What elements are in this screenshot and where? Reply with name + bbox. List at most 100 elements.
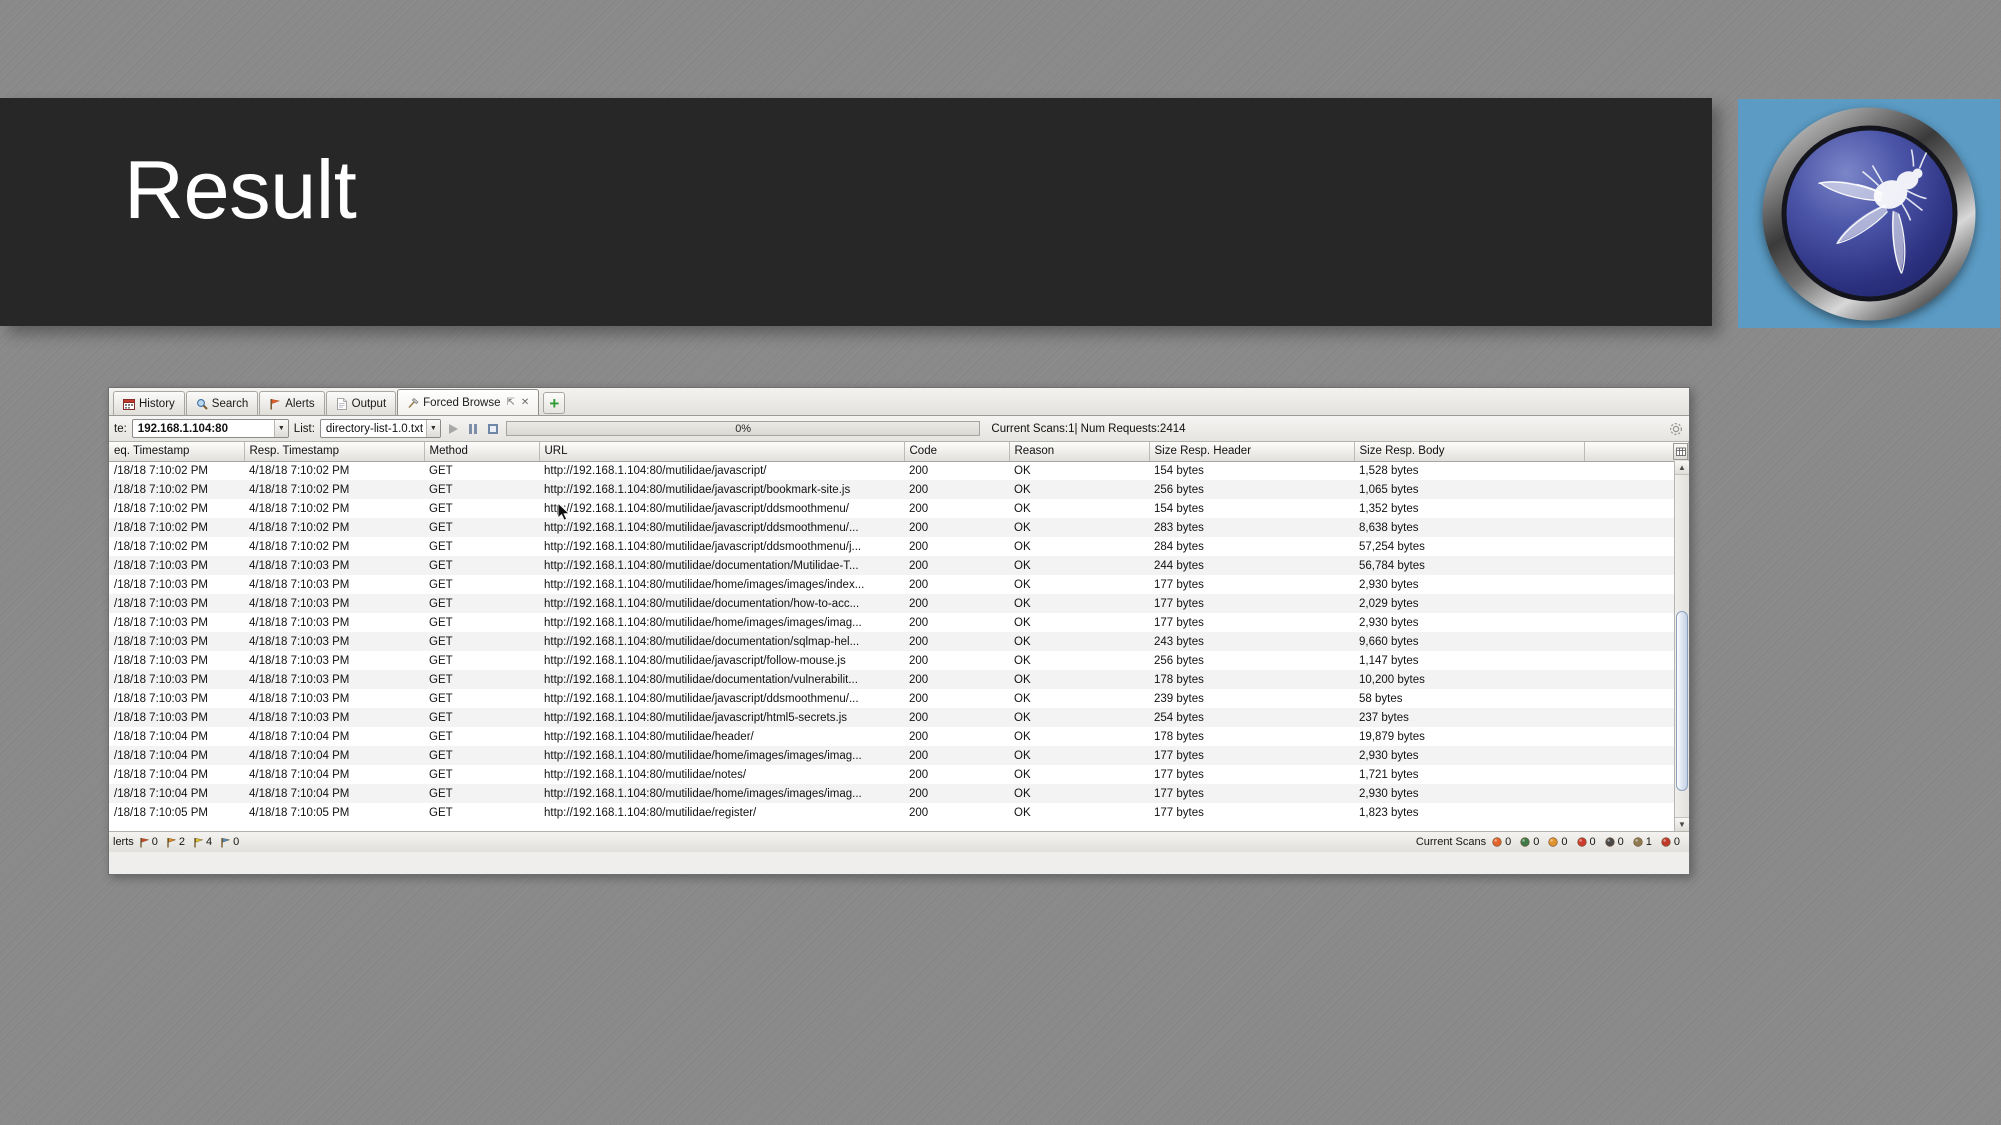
cell-url: http://192.168.1.104:80/mutilidae/javasc… (539, 708, 904, 727)
cell-method: GET (424, 518, 539, 537)
cell-url: http://192.168.1.104:80/mutilidae/javasc… (539, 480, 904, 499)
column-header-resp-timestamp[interactable]: Resp. Timestamp (244, 442, 425, 462)
table-row[interactable]: /18/18 7:10:02 PM 4/18/18 7:10:02 PM GET ht… (109, 518, 1689, 537)
cell-method: GET (424, 613, 539, 632)
column-header-req-timestamp[interactable]: eq. Timestamp (109, 442, 245, 462)
cell-resp-timestamp: 4/18/18 7:10:04 PM (244, 727, 424, 746)
scan-count-fire-drop[interactable]: 0 (1547, 836, 1568, 848)
table-row[interactable]: /18/18 7:10:05 PM 4/18/18 7:10:05 PM GET ht… (109, 803, 1689, 822)
scan-count-flame[interactable]: 0 (1491, 836, 1511, 848)
fire-drop-icon (1547, 836, 1559, 848)
vertical-scrollbar[interactable]: ▲ ▼ (1674, 461, 1689, 831)
gear-icon[interactable] (1668, 421, 1684, 437)
cell-resp-timestamp: 4/18/18 7:10:03 PM (244, 613, 424, 632)
table-row[interactable]: /18/18 7:10:03 PM 4/18/18 7:10:03 PM GET ht… (109, 575, 1689, 594)
cell-size-resp-body: 2,930 bytes (1354, 784, 1584, 803)
table-row[interactable]: /18/18 7:10:04 PM 4/18/18 7:10:04 PM GET ht… (109, 765, 1689, 784)
alert-count-low[interactable]: 4 (193, 836, 212, 848)
table-row[interactable]: /18/18 7:10:04 PM 4/18/18 7:10:04 PM GET ht… (109, 746, 1689, 765)
column-header-url[interactable]: URL (539, 442, 905, 462)
cell-method: GET (424, 575, 539, 594)
document-icon (336, 397, 348, 410)
cell-reason: OK (1009, 670, 1149, 689)
pause-scan-button[interactable] (466, 421, 481, 436)
cell-code: 200 (904, 461, 1009, 480)
scan-count-red-spider[interactable]: 0 (1660, 836, 1680, 848)
alert-count-high[interactable]: 0 (139, 836, 158, 848)
chevron-down-icon[interactable]: ▼ (273, 420, 288, 437)
hammer-icon (407, 397, 419, 409)
tab-label: Search (211, 397, 249, 410)
results-grid: eq. Timestamp Resp. Timestamp Method URL… (109, 442, 1689, 822)
table-row[interactable]: /18/18 7:10:03 PM 4/18/18 7:10:03 PM GET ht… (109, 594, 1689, 613)
cell-code: 200 (904, 613, 1009, 632)
close-icon[interactable]: ✕ (521, 397, 529, 408)
cell-size-resp-body: 237 bytes (1354, 708, 1584, 727)
cell-size-resp-header: 177 bytes (1149, 784, 1354, 803)
scan-counts-text: Current Scans:1| Num Requests:2414 (991, 422, 1186, 435)
table-row[interactable]: /18/18 7:10:03 PM 4/18/18 7:10:03 PM GET ht… (109, 556, 1689, 575)
scan-progress-bar: 0% (505, 421, 981, 436)
table-row[interactable]: /18/18 7:10:02 PM 4/18/18 7:10:02 PM GET ht… (109, 537, 1689, 556)
cell-size-resp-header: 256 bytes (1149, 651, 1354, 670)
cell-size-resp-header: 284 bytes (1149, 537, 1354, 556)
cell-resp-timestamp: 4/18/18 7:10:04 PM (244, 784, 424, 803)
scroll-down-arrow-icon[interactable]: ▼ (1675, 817, 1689, 831)
column-header-code[interactable]: Code (904, 442, 1010, 462)
table-row[interactable]: /18/18 7:10:02 PM 4/18/18 7:10:02 PM GET ht… (109, 480, 1689, 499)
cell-size-resp-header: 154 bytes (1149, 499, 1354, 518)
column-settings-icon[interactable] (1673, 443, 1688, 460)
cell-code: 200 (904, 803, 1009, 822)
stop-scan-button[interactable] (486, 421, 501, 436)
table-row[interactable]: /18/18 7:10:03 PM 4/18/18 7:10:03 PM GET ht… (109, 651, 1689, 670)
cell-size-resp-header: 254 bytes (1149, 708, 1354, 727)
cell-size-resp-body: 1,352 bytes (1354, 499, 1584, 518)
column-header-method[interactable]: Method (424, 442, 540, 462)
column-header-size-resp-body[interactable]: Size Resp. Body (1354, 442, 1585, 462)
table-row[interactable]: /18/18 7:10:02 PM 4/18/18 7:10:02 PM GET ht… (109, 499, 1689, 518)
scan-count-spider[interactable]: 0 (1604, 836, 1624, 848)
alert-count-medium[interactable]: 2 (166, 836, 185, 848)
cell-resp-timestamp: 4/18/18 7:10:03 PM (244, 594, 424, 613)
cell-size-resp-body: 2,029 bytes (1354, 594, 1584, 613)
scroll-up-arrow-icon[interactable]: ▲ (1675, 461, 1689, 475)
tab-alerts[interactable]: Alerts (259, 391, 325, 415)
table-row[interactable]: /18/18 7:10:03 PM 4/18/18 7:10:03 PM GET ht… (109, 632, 1689, 651)
pin-icon[interactable]: ⇱ (507, 397, 515, 408)
cell-reason: OK (1009, 499, 1149, 518)
alert-count-informational[interactable]: 0 (220, 836, 239, 848)
list-combo[interactable]: directory-list-1.0.txt ▼ (319, 419, 441, 438)
scrollbar-thumb[interactable] (1676, 611, 1688, 791)
table-row[interactable]: /18/18 7:10:03 PM 4/18/18 7:10:03 PM GET ht… (109, 689, 1689, 708)
stop-icon (488, 423, 499, 434)
flag-icon (220, 837, 231, 848)
site-combo[interactable]: 192.168.1.104:80 ▼ (131, 419, 289, 438)
table-row[interactable]: /18/18 7:10:04 PM 4/18/18 7:10:04 PM GET ht… (109, 727, 1689, 746)
table-row[interactable]: /18/18 7:10:03 PM 4/18/18 7:10:03 PM GET ht… (109, 708, 1689, 727)
cell-filler (1584, 518, 1689, 537)
cell-url: http://192.168.1.104:80/mutilidae/home/i… (539, 784, 904, 803)
cell-reason: OK (1009, 461, 1149, 480)
scan-count-download[interactable]: 0 (1519, 836, 1539, 848)
scan-count-hammer[interactable]: 1 (1632, 836, 1652, 848)
cell-url: http://192.168.1.104:80/mutilidae/docume… (539, 670, 904, 689)
cell-size-resp-body: 1,823 bytes (1354, 803, 1584, 822)
cell-reason: OK (1009, 594, 1149, 613)
start-scan-button[interactable] (446, 421, 461, 436)
chevron-down-icon[interactable]: ▼ (425, 420, 440, 437)
table-row[interactable]: /18/18 7:10:02 PM 4/18/18 7:10:02 PM GET ht… (109, 461, 1689, 480)
table-row[interactable]: /18/18 7:10:03 PM 4/18/18 7:10:03 PM GET ht… (109, 613, 1689, 632)
column-header-reason[interactable]: Reason (1009, 442, 1150, 462)
add-tab-button[interactable]: + (543, 392, 566, 414)
table-row[interactable]: /18/18 7:10:04 PM 4/18/18 7:10:04 PM GET ht… (109, 784, 1689, 803)
column-header-size-resp-header[interactable]: Size Resp. Header (1149, 442, 1355, 462)
tab-history[interactable]: History (113, 391, 185, 415)
tab-forced-browse[interactable]: Forced Browse ⇱ ✕ (397, 389, 540, 415)
tab-output[interactable]: Output (325, 391, 397, 415)
alert-flag-group: 0 2 4 0 (139, 836, 245, 848)
table-row[interactable]: /18/18 7:10:03 PM 4/18/18 7:10:03 PM GET ht… (109, 670, 1689, 689)
scan-count-value: 0 (1589, 836, 1596, 848)
cell-filler (1584, 784, 1689, 803)
scan-count-target[interactable]: 0 (1576, 836, 1596, 848)
tab-search[interactable]: Search (185, 391, 259, 415)
